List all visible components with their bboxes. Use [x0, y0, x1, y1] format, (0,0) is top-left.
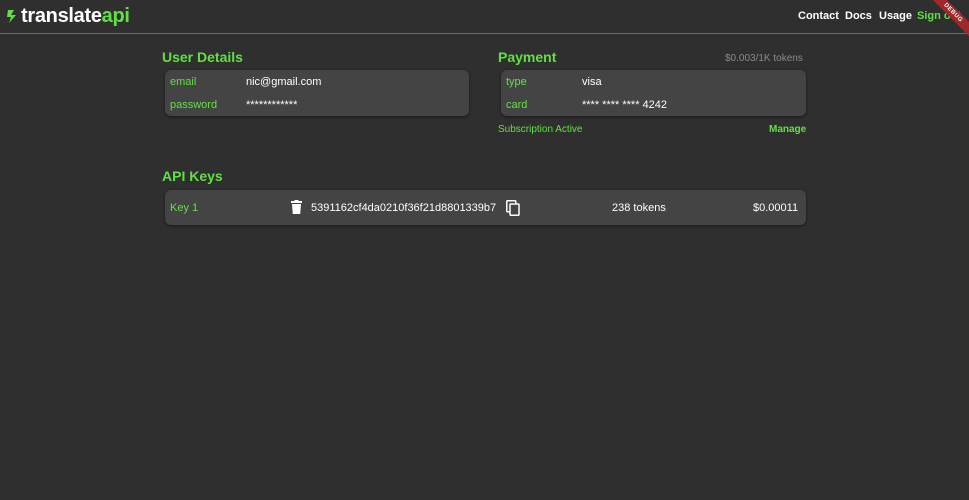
- brand-name-part1: translate: [21, 4, 102, 27]
- brand-name-part2: api: [101, 4, 130, 27]
- nav-contact-link[interactable]: Contact: [798, 10, 839, 22]
- api-key-name: Key 1: [170, 202, 199, 214]
- nav-docs-link[interactable]: Docs: [845, 10, 872, 22]
- top-bar: translate api Contact Docs Usage Sign out…: [0, 0, 969, 40]
- api-keys-title: API Keys: [162, 168, 223, 184]
- subscription-status: Subscription Active: [498, 124, 583, 135]
- payment-card-label: card: [506, 99, 528, 111]
- email-value: nic@gmail.com: [246, 76, 322, 88]
- trash-icon[interactable]: [291, 200, 302, 214]
- password-value: ************: [246, 99, 298, 111]
- api-key-row: Key 1 5391162cf4da0210f36f21d8801339b7 2…: [165, 190, 806, 225]
- user-details-title: User Details: [162, 49, 243, 65]
- payment-title: Payment: [498, 49, 557, 65]
- brand-logo[interactable]: translate api: [5, 5, 130, 27]
- password-label: password: [170, 99, 218, 111]
- nav-usage-link[interactable]: Usage: [879, 10, 912, 22]
- copy-icon[interactable]: [506, 200, 520, 216]
- api-key-tokens: 238 tokens: [612, 202, 666, 214]
- payment-type-label: type: [506, 76, 527, 88]
- api-key-cost: $0.00011: [753, 202, 799, 214]
- payment-type-value: visa: [582, 76, 602, 88]
- logo-mark-icon: [7, 10, 16, 23]
- user-details-card: email nic@gmail.com password ***********…: [165, 70, 469, 116]
- debug-banner: DEBUG: [929, 0, 969, 40]
- payment-card: type visa card **** **** **** 4242: [501, 70, 806, 116]
- debug-banner-label: DEBUG: [929, 0, 969, 40]
- manage-subscription-button[interactable]: Manage: [769, 124, 806, 135]
- payment-card-value: **** **** **** 4242: [582, 99, 668, 111]
- email-label: email: [170, 76, 197, 88]
- payment-rate: $0.003/1K tokens: [725, 53, 803, 64]
- page: translate api Contact Docs Usage Sign out…: [0, 0, 969, 500]
- api-key-value: 5391162cf4da0210f36f21d8801339b7: [311, 202, 497, 214]
